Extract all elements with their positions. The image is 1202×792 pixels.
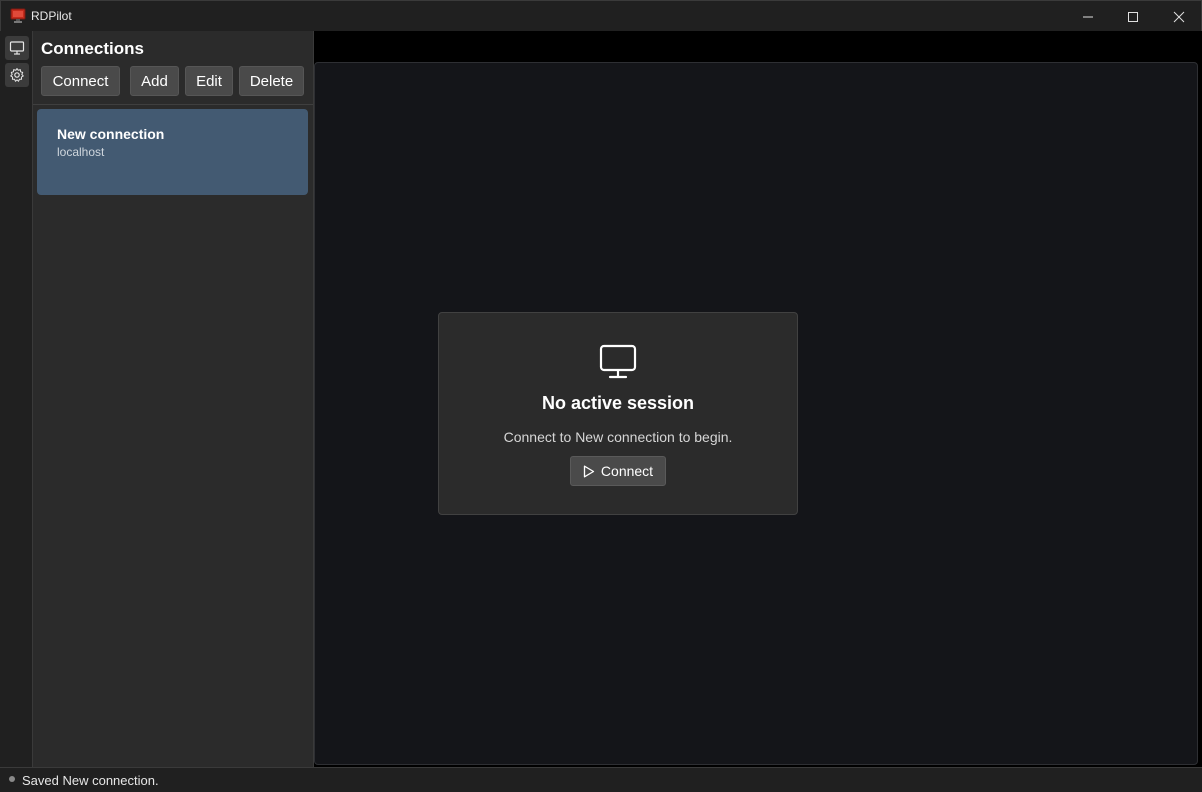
- app-logo-icon: [10, 8, 26, 23]
- connection-host: localhost: [57, 145, 105, 159]
- minimize-icon: [1083, 16, 1093, 17]
- empty-state-card: No active session Connect to New connect…: [438, 312, 798, 515]
- add-button[interactable]: Add: [130, 66, 179, 96]
- status-bar: Saved New connection.: [0, 767, 1202, 792]
- connection-list-item[interactable]: New connection localhost: [37, 109, 308, 195]
- close-button[interactable]: [1156, 1, 1202, 32]
- empty-state-message: Connect to New connection to begin.: [503, 429, 733, 445]
- gear-icon: [10, 68, 24, 82]
- session-connect-label: Connect: [600, 463, 654, 479]
- panel-title: Connections: [41, 39, 144, 58]
- divider: [33, 104, 313, 105]
- app-title: RDPilot: [31, 9, 72, 23]
- connection-name: New connection: [57, 126, 165, 142]
- rail-settings-button[interactable]: [5, 63, 29, 87]
- maximize-button[interactable]: [1110, 1, 1156, 32]
- session-viewport: No active session Connect to New connect…: [314, 62, 1198, 765]
- connections-panel: Connections Connect Add Edit Delete New …: [33, 31, 313, 767]
- main-area: No active session Connect to New connect…: [313, 31, 1202, 767]
- nav-rail: [0, 31, 33, 767]
- minimize-button[interactable]: [1065, 1, 1111, 32]
- session-connect-button[interactable]: Connect: [570, 456, 666, 486]
- monitor-icon: [9, 41, 25, 55]
- rail-connections-button[interactable]: [5, 36, 29, 60]
- monitor-icon: [599, 344, 637, 379]
- close-icon: [1173, 11, 1185, 22]
- delete-button[interactable]: Delete: [239, 66, 304, 96]
- empty-state-title: No active session: [541, 393, 695, 413]
- status-indicator: [9, 776, 15, 782]
- edit-button[interactable]: Edit: [185, 66, 233, 96]
- status-text: Saved New connection.: [22, 773, 159, 788]
- play-icon: [583, 465, 595, 477]
- connect-button[interactable]: Connect: [41, 66, 120, 96]
- maximize-icon: [1128, 11, 1138, 22]
- title-bar: RDPilot: [0, 0, 1202, 31]
